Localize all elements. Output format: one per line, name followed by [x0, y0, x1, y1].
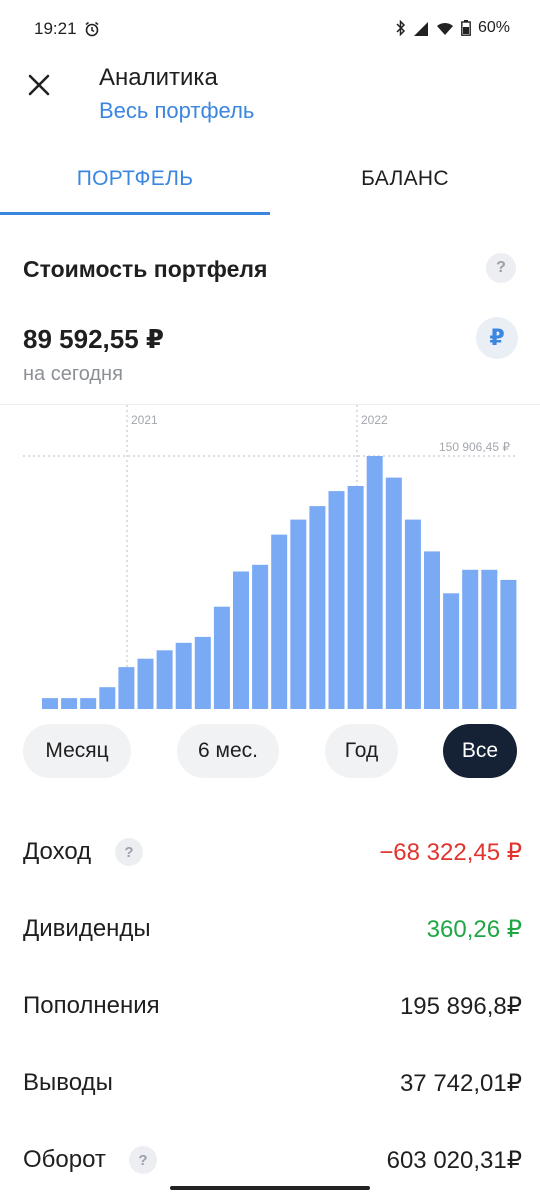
- stat-row-income: Доход ? −68 322,45 ₽: [0, 818, 540, 890]
- chart-bar[interactable]: [366, 456, 383, 709]
- chart-bar[interactable]: [404, 519, 421, 709]
- period-month-button[interactable]: Месяц: [23, 724, 131, 778]
- help-icon[interactable]: ?: [129, 1146, 157, 1174]
- chart-bar[interactable]: [347, 486, 364, 709]
- chart-bar[interactable]: [156, 650, 173, 709]
- stat-value: 195 896,8₽: [399, 993, 522, 1020]
- stat-value: 360,26 ₽: [426, 916, 522, 943]
- chart-bar[interactable]: [443, 593, 460, 709]
- page-title: Аналитика: [99, 64, 218, 91]
- status-icons: 60%: [396, 19, 510, 37]
- close-icon[interactable]: [24, 70, 54, 100]
- tab-portfolio[interactable]: ПОРТФЕЛЬ: [0, 140, 270, 218]
- chart-bar[interactable]: [500, 579, 517, 709]
- period-6months-button[interactable]: 6 мес.: [177, 724, 279, 778]
- portfolio-chart[interactable]: 2021 2022 150 906,45 ₽: [0, 404, 540, 710]
- bluetooth-icon: [396, 20, 406, 36]
- battery-icon: [461, 20, 471, 36]
- status-time: 19:21: [34, 19, 77, 38]
- chart-bars: [42, 456, 517, 710]
- portfolio-selector[interactable]: Весь портфель: [99, 98, 254, 124]
- chart-bar[interactable]: [424, 551, 440, 709]
- stat-row-deposits: Пополнения 195 896,8₽: [0, 972, 540, 1044]
- max-value-label: 150 906,45 ₽: [439, 440, 510, 454]
- stat-label: Дивиденды: [23, 915, 151, 942]
- chart-bar[interactable]: [213, 606, 230, 709]
- chart-bar[interactable]: [385, 477, 402, 709]
- help-icon[interactable]: ?: [115, 838, 143, 866]
- stat-label: Оборот: [23, 1146, 106, 1173]
- year-marker-2022: 2022: [361, 413, 388, 427]
- chart-bar[interactable]: [137, 658, 154, 709]
- stat-label: Выводы: [23, 1069, 113, 1096]
- period-year-button[interactable]: Год: [325, 724, 398, 778]
- chart-bar[interactable]: [309, 506, 326, 709]
- stat-row-withdrawals: Выводы 37 742,01₽: [0, 1049, 540, 1121]
- stat-value: 37 742,01₽: [399, 1070, 522, 1097]
- wifi-icon: [436, 21, 454, 36]
- chart-bar[interactable]: [61, 698, 78, 709]
- chart-svg: 2021 2022 150 906,45 ₽: [23, 405, 517, 710]
- chart-bar[interactable]: [80, 698, 97, 709]
- period-selector: Месяц 6 мес. Год Все: [0, 724, 540, 780]
- help-icon[interactable]: ?: [486, 253, 516, 283]
- stat-value: 603 020,31₽: [386, 1147, 522, 1174]
- chart-bar[interactable]: [233, 571, 249, 710]
- stat-label: Пополнения: [23, 992, 160, 1019]
- chart-bar[interactable]: [118, 667, 135, 709]
- chart-bar[interactable]: [481, 569, 498, 709]
- app-header: Аналитика Весь портфель: [0, 60, 540, 140]
- period-all-button[interactable]: Все: [443, 724, 517, 778]
- portfolio-value: 89 592,55 ₽: [23, 324, 164, 354]
- chart-bar[interactable]: [462, 569, 479, 709]
- chart-bar[interactable]: [42, 698, 58, 709]
- tab-balance[interactable]: БАЛАНС: [270, 140, 540, 218]
- chart-bar[interactable]: [328, 491, 345, 709]
- section-title: Стоимость портфеля: [23, 256, 268, 282]
- status-bar: 19:21 60%: [0, 0, 540, 60]
- tab-bar: ПОРТФЕЛЬ БАЛАНС: [0, 140, 540, 218]
- stat-row-dividends: Дивиденды 360,26 ₽: [0, 895, 540, 967]
- tab-active-indicator: [0, 212, 270, 215]
- chart-bar[interactable]: [290, 519, 307, 709]
- home-indicator: [170, 1186, 370, 1190]
- chart-bar[interactable]: [175, 642, 192, 709]
- chart-bar[interactable]: [99, 687, 116, 709]
- year-marker-2021: 2021: [131, 413, 158, 427]
- battery-percent: 60%: [477, 19, 510, 36]
- stat-value: −68 322,45 ₽: [379, 839, 522, 866]
- currency-toggle-button[interactable]: ₽: [476, 317, 518, 359]
- alarm-icon: [84, 21, 100, 42]
- chart-bar[interactable]: [252, 564, 269, 709]
- chart-bar[interactable]: [271, 534, 288, 709]
- stat-label: Доход: [23, 838, 92, 865]
- value-caption: на сегодня: [23, 363, 123, 385]
- chart-bar[interactable]: [194, 636, 211, 709]
- signal-icon: [413, 21, 429, 36]
